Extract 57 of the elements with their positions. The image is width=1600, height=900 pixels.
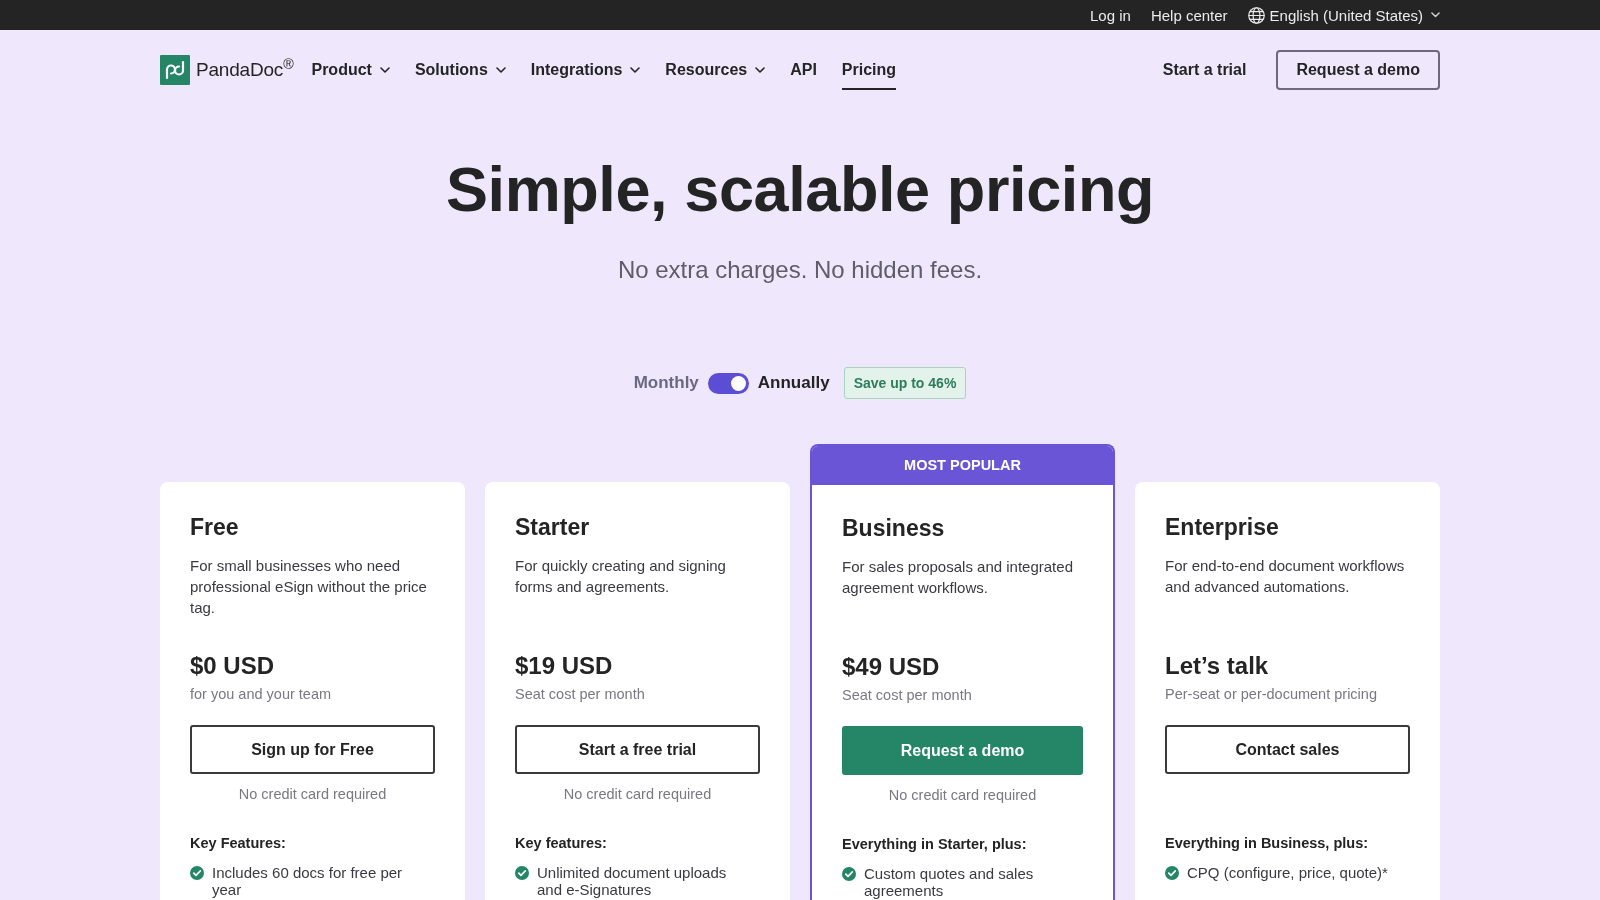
logo-icon[interactable] xyxy=(160,55,190,85)
billing-label[interactable]: Annually xyxy=(757,370,830,396)
top-bar-link[interactable]: Help center xyxy=(1150,7,1228,23)
feature-text: CPQ (configure, price, quote)* xyxy=(1187,864,1388,881)
feature-text: Includes 60 docs for free per year xyxy=(212,864,404,898)
no-card-note: No credit card required xyxy=(562,785,713,804)
plan-description: For small businesses who need professional eSign without the price tag. xyxy=(190,556,428,618)
cta-button[interactable]: Sign up for Free xyxy=(190,725,435,774)
plan-name: Free xyxy=(190,513,240,542)
feature-text: Unlimited document uploads and e-Signatures xyxy=(537,864,728,898)
plan-description: For sales proposals and integrated agreement workflows. xyxy=(842,557,1074,598)
globe-icon xyxy=(1247,6,1265,24)
plan-description: For end-to-end document workflows and advanced automations. xyxy=(1165,556,1406,597)
nav-link[interactable]: Product xyxy=(311,50,390,90)
page-subtitle: No extra charges. No hidden fees. xyxy=(616,255,984,285)
plan-price: $0 USD xyxy=(190,651,276,681)
price-note: Per-seat or per-document pricing xyxy=(1165,685,1378,704)
top-bar-link[interactable]: Log in xyxy=(1090,7,1131,23)
plan-name: Enterprise xyxy=(1165,513,1280,542)
features-heading: Key features: xyxy=(515,834,608,853)
start-trial-link[interactable]: Start a trial xyxy=(1162,58,1247,82)
nav-link[interactable]: Solutions xyxy=(414,50,506,90)
language-selector[interactable]: English (United States) xyxy=(1247,6,1440,24)
nav-link[interactable]: Integrations xyxy=(530,50,641,90)
feature-text: Custom quotes and sales agreements xyxy=(864,865,1035,899)
page-title: Simple, scalable pricing xyxy=(444,154,1156,224)
price-note: for you and your team xyxy=(190,685,333,704)
cta-button[interactable]: Contact sales xyxy=(1165,725,1410,774)
plan-description: For quickly creating and signing forms and agreements. xyxy=(515,556,727,597)
plan-price: $19 USD xyxy=(515,651,614,681)
nav-link[interactable]: API xyxy=(790,50,817,90)
check-icon xyxy=(1165,866,1179,880)
billing-toggle[interactable] xyxy=(707,372,749,394)
chevron-icon xyxy=(1431,12,1440,18)
no-card-note: No credit card required xyxy=(887,786,1038,805)
cta-button[interactable]: Start a free trial xyxy=(515,725,760,774)
logo-text[interactable]: PandaDoc$^{®}$ xyxy=(196,55,294,85)
check-icon xyxy=(515,866,529,880)
no-card-note: No credit card required xyxy=(237,785,388,804)
request-demo-button[interactable]: Request a demo xyxy=(1276,50,1440,90)
billing-label[interactable]: Monthly xyxy=(633,370,699,396)
most-popular-banner: MOST POPULAR xyxy=(812,446,1113,485)
nav-link[interactable]: Resources xyxy=(665,50,766,90)
price-note: Seat cost per month xyxy=(515,685,646,704)
features-heading: Everything in Business, plus: xyxy=(1165,834,1370,853)
plan-name: Business xyxy=(842,514,946,543)
cta-button[interactable]: Request a demo xyxy=(842,726,1083,775)
check-icon xyxy=(842,867,856,881)
save-badge: Save up to 46% xyxy=(843,367,967,399)
plan-price: $49 USD xyxy=(842,652,941,682)
features-heading: Key Features: xyxy=(190,834,287,853)
nav-link[interactable]: Pricing xyxy=(841,50,897,90)
plan-price: Let’s talk xyxy=(1165,651,1270,681)
price-note: Seat cost per month xyxy=(842,686,973,705)
features-heading: Everything in Starter, plus: xyxy=(842,835,1028,854)
check-icon xyxy=(190,866,204,880)
plan-name: Starter xyxy=(515,513,591,542)
